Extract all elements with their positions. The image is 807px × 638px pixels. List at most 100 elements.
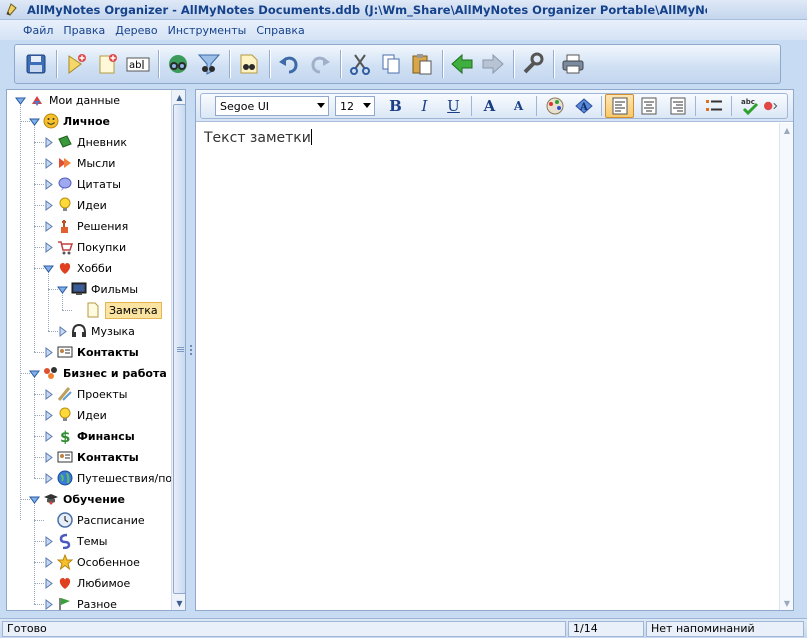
tree-node[interactable]: Особенное xyxy=(43,552,140,572)
tree-node[interactable]: Покупки xyxy=(43,237,126,257)
new-folder-button[interactable] xyxy=(61,49,91,79)
highlight-button[interactable]: A xyxy=(569,94,598,118)
tools-button[interactable] xyxy=(518,49,548,79)
find-button[interactable] xyxy=(163,49,193,79)
expand-closed-icon[interactable] xyxy=(43,472,54,484)
rename-button[interactable]: ab xyxy=(123,49,153,79)
new-note-button[interactable] xyxy=(92,49,122,79)
tree-node[interactable]: Идеи xyxy=(43,405,107,425)
tree-node[interactable]: Цитаты xyxy=(43,174,121,194)
tree-node[interactable]: Мысли xyxy=(43,153,115,173)
tree-node[interactable]: Личное xyxy=(29,111,110,131)
expand-closed-icon[interactable] xyxy=(43,136,54,148)
tree-node[interactable]: Хобби xyxy=(43,258,112,278)
forward-button[interactable] xyxy=(478,49,508,79)
expand-closed-icon[interactable] xyxy=(43,451,54,463)
tree-node-label: Контакты xyxy=(77,450,139,464)
tree-node[interactable]: Темы xyxy=(43,531,107,551)
menu-edit[interactable]: Правка xyxy=(58,24,110,37)
spellcheck-button[interactable]: abc xyxy=(735,94,764,118)
tree-node[interactable]: Любимое xyxy=(43,573,130,593)
tree-node[interactable]: Фильмы xyxy=(57,279,138,299)
expand-closed-icon[interactable] xyxy=(43,577,54,589)
menu-file[interactable]: Файл xyxy=(18,24,58,37)
copy-button[interactable] xyxy=(376,49,406,79)
close-button[interactable] xyxy=(780,2,804,18)
scroll-up-arrow-icon[interactable]: ▲ xyxy=(173,90,185,104)
tree-node[interactable]: Контакты xyxy=(43,342,139,362)
tree-scrollbar[interactable]: ▲ ▼ xyxy=(171,90,185,610)
notes-tree[interactable]: Мои данные Личное Дневник Мысли Цитаты Идеи Ре… xyxy=(6,89,186,611)
expand-open-icon[interactable] xyxy=(29,494,40,505)
scroll-up-arrow-icon[interactable]: ▲ xyxy=(780,123,794,137)
expand-closed-icon[interactable] xyxy=(43,241,54,253)
align-center-button[interactable] xyxy=(634,94,663,118)
expand-closed-icon[interactable] xyxy=(43,388,54,400)
shrink-font-button[interactable]: A xyxy=(504,94,533,118)
align-right-button[interactable] xyxy=(663,94,692,118)
cut-button[interactable] xyxy=(345,49,375,79)
tree-node[interactable]: Заметка xyxy=(71,300,162,320)
maximize-button[interactable] xyxy=(755,2,779,18)
expand-open-icon[interactable] xyxy=(29,116,40,127)
find-in-note-button[interactable] xyxy=(234,49,264,79)
panel-splitter[interactable] xyxy=(187,89,195,611)
paste-button[interactable] xyxy=(407,49,437,79)
expand-closed-icon[interactable] xyxy=(43,157,54,169)
menu-tree[interactable]: Дерево xyxy=(110,24,162,37)
expand-closed-icon[interactable] xyxy=(43,535,54,547)
tree-node[interactable]: $ Финансы xyxy=(43,426,135,446)
dollar-icon: $ xyxy=(57,428,73,444)
menu-tools[interactable]: Инструменты xyxy=(163,24,252,37)
expand-closed-icon[interactable] xyxy=(57,325,68,337)
tree-node[interactable]: Проекты xyxy=(43,384,128,404)
font-select[interactable]: Segoe UI xyxy=(215,96,329,116)
expand-closed-icon[interactable] xyxy=(43,430,54,442)
filter-button[interactable] xyxy=(194,49,224,79)
tree-node[interactable]: Разное xyxy=(43,594,117,610)
bold-button[interactable]: B xyxy=(381,94,410,118)
redo-button[interactable] xyxy=(305,49,335,79)
expand-open-icon[interactable] xyxy=(29,368,40,379)
expand-closed-icon[interactable] xyxy=(43,220,54,232)
undo-button[interactable] xyxy=(274,49,304,79)
menu-help[interactable]: Справка xyxy=(251,24,309,37)
tree-node[interactable]: Бизнес и работа xyxy=(29,363,167,383)
tree-node[interactable]: Расписание xyxy=(43,510,145,530)
tree-node[interactable]: Решения xyxy=(43,216,128,236)
scroll-down-arrow-icon[interactable]: ▼ xyxy=(173,596,185,610)
expand-open-icon[interactable] xyxy=(43,263,54,274)
tree-node[interactable]: Контакты xyxy=(43,447,139,467)
expand-closed-icon[interactable] xyxy=(43,409,54,421)
back-button[interactable] xyxy=(447,49,477,79)
text-color-button[interactable] xyxy=(540,94,569,118)
tree-node[interactable]: Идеи xyxy=(43,195,107,215)
minimize-button[interactable] xyxy=(730,2,754,18)
editor-scrollbar[interactable]: ▲ ▼ xyxy=(779,123,793,610)
more-tools-chevron[interactable] xyxy=(764,94,778,118)
tree-node[interactable]: Дневник xyxy=(43,132,127,152)
note-text-area[interactable]: Текст заметки xyxy=(196,123,779,610)
font-size-select[interactable]: 12 xyxy=(335,96,375,116)
expand-closed-icon[interactable] xyxy=(43,199,54,211)
expand-open-icon[interactable] xyxy=(57,284,68,295)
expand-closed-icon[interactable] xyxy=(43,346,54,358)
expand-closed-icon[interactable] xyxy=(43,556,54,568)
tree-node[interactable]: Мои данные xyxy=(15,90,120,110)
italic-button[interactable]: I xyxy=(410,94,439,118)
expand-closed-icon[interactable] xyxy=(43,178,54,190)
expand-open-icon[interactable] xyxy=(15,95,26,106)
underline-button[interactable]: U xyxy=(439,94,468,118)
grow-font-button[interactable]: A xyxy=(475,94,504,118)
tree-node[interactable]: Обучение xyxy=(29,489,125,509)
tree-node[interactable]: Музыка xyxy=(57,321,135,341)
print-button[interactable] xyxy=(558,49,588,79)
scrollbar-thumb[interactable] xyxy=(173,104,185,594)
scroll-down-arrow-icon[interactable]: ▼ xyxy=(780,596,794,610)
align-left-button[interactable] xyxy=(605,94,634,118)
bullet-list-button[interactable] xyxy=(699,94,728,118)
title-bar[interactable]: AllMyNotes Organizer - AllMyNotes Docume… xyxy=(0,0,807,20)
save-button[interactable] xyxy=(21,49,51,79)
tree-node[interactable]: Путешествия/пое xyxy=(43,468,171,488)
expand-closed-icon[interactable] xyxy=(43,598,54,610)
